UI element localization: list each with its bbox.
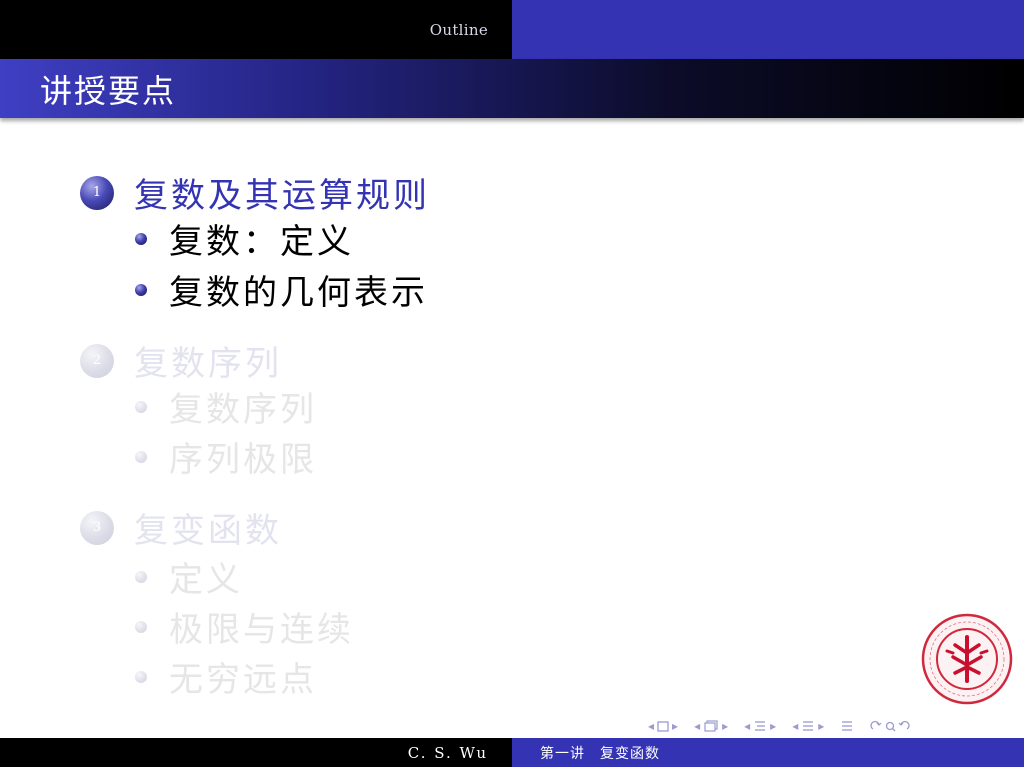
toc-section-2[interactable]: 2 复数序列 [80,336,282,385]
subsection-title: 复数的几何表示 [169,273,428,313]
section-title: 复数序列 [134,344,282,384]
nav-document-icon[interactable] [840,720,854,733]
section-title: 复变函数 [134,511,282,551]
footline-right: 第一讲 复变函数 [512,738,1024,767]
toc-subsection-1-2[interactable]: 复数的几何表示 [135,265,428,314]
nav-subsection-icon[interactable]: ◂ ▸ [744,719,776,733]
footer-author: C. S. Wu [407,743,488,762]
nav-slide-icon[interactable]: ◂ ▸ [648,719,678,733]
subsection-title: 定义 [169,560,243,600]
nav-section-icon[interactable]: ◂ ▸ [792,719,824,733]
peking-university-seal-icon [921,613,1013,705]
beamer-navigation: ◂ ▸ ◂ ▸ ◂ ▸ ◂ ▸ [648,716,920,736]
bullet-icon [135,232,147,245]
footer-lecture-title: 第一讲 复变函数 [540,745,660,762]
subsection-title: 极限与连续 [169,610,354,650]
section-number-ball: 1 [80,175,114,210]
subsection-title: 无穷远点 [169,660,317,700]
toc-section-1[interactable]: 1 复数及其运算规则 [80,168,430,217]
footline-bar: C. S. Wu 第一讲 复变函数 [0,738,1024,767]
nav-search-icon[interactable] [870,720,910,733]
section-number-ball: 2 [80,343,114,378]
toc-subsection-1-1[interactable]: 复数：定义 [135,214,354,263]
bullet-icon [135,450,147,463]
subsection-title: 序列极限 [169,440,317,480]
toc-section-3[interactable]: 3 复变函数 [80,503,282,552]
toc-subsection-2-1[interactable]: 复数序列 [135,382,317,431]
footline-left: C. S. Wu [0,738,512,767]
section-title: 复数及其运算规则 [134,176,430,216]
bullet-icon [135,283,147,296]
toc-subsection-3-1[interactable]: 定义 [135,552,243,601]
section-number: 3 [92,520,102,535]
bullet-icon [135,570,147,583]
subsection-title: 复数序列 [169,390,317,430]
section-number-ball: 3 [80,510,114,545]
bullet-icon [135,400,147,413]
toc-subsection-3-3[interactable]: 无穷远点 [135,652,317,701]
nav-frame-icon[interactable]: ◂ ▸ [694,719,728,733]
toc-subsection-2-2[interactable]: 序列极限 [135,432,317,481]
section-number: 2 [92,353,102,368]
toc-subsection-3-2[interactable]: 极限与连续 [135,602,354,651]
bullet-icon [135,620,147,633]
subsection-title: 复数：定义 [169,222,354,262]
bullet-icon [135,670,147,683]
section-number: 1 [92,185,102,200]
table-of-contents: 1 复数及其运算规则 复数：定义 复数的几何表示 2 复数序列 复数序列 序列极… [0,0,1024,767]
